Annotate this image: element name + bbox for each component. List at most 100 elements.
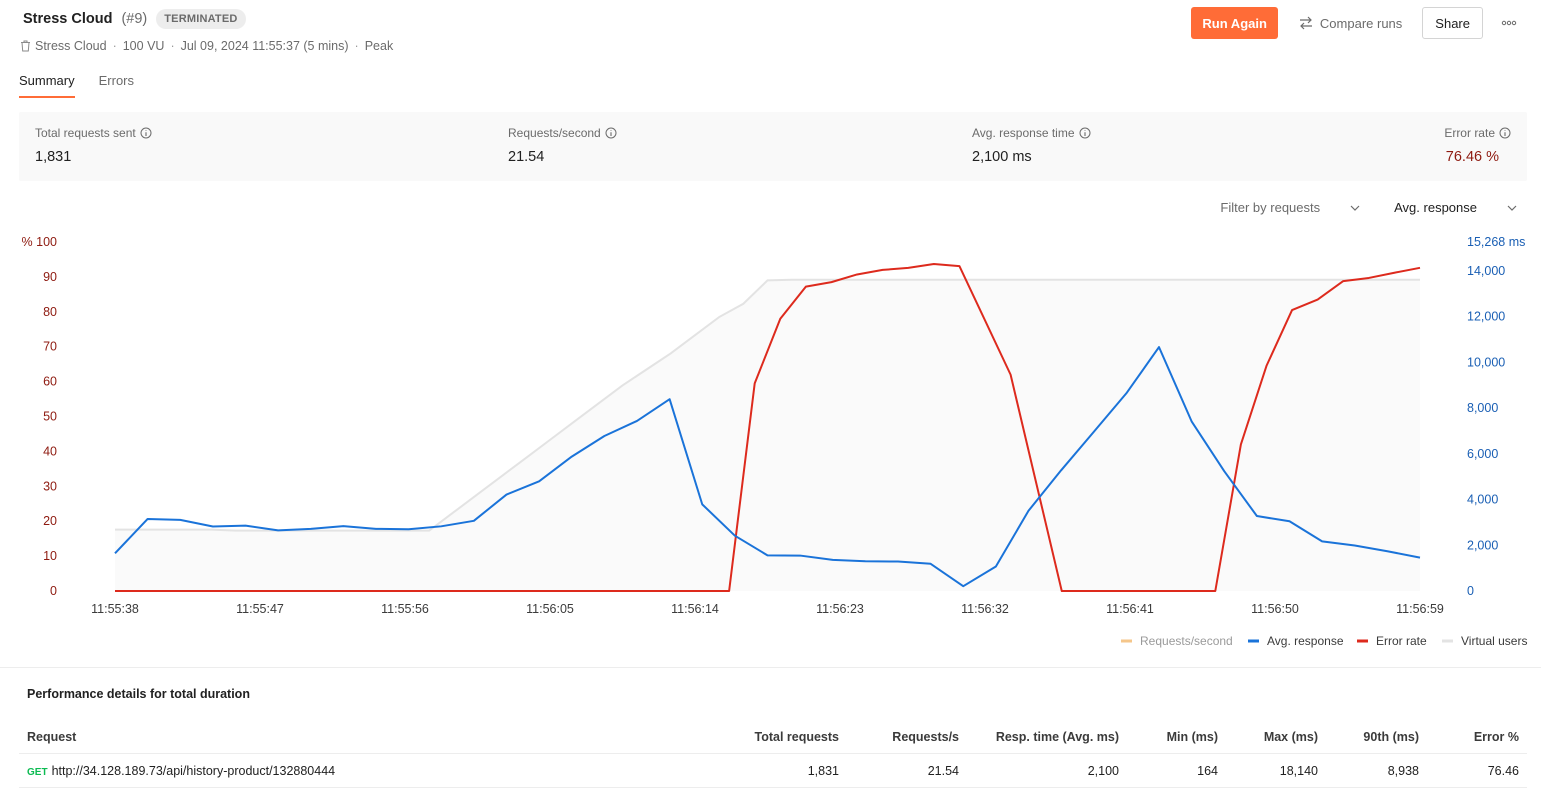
performance-chart: % 100 90 80 70 60 50 40 30 20 10 0 15,268 ms 14,000… bbox=[22, 235, 1528, 648]
compare-runs-button[interactable]: Compare runs bbox=[1288, 7, 1412, 39]
x-tick-label: 11:56:14 bbox=[671, 602, 719, 616]
left-tick-label: 80 bbox=[43, 305, 57, 319]
right-tick-label: 2,000 bbox=[1467, 538, 1498, 552]
meta-vus: 100 VU bbox=[122, 39, 165, 53]
right-tick-label: 6,000 bbox=[1467, 447, 1498, 461]
request-url[interactable]: http://34.128.189.73/api/history-product… bbox=[52, 764, 336, 778]
legend-label: Virtual users bbox=[1461, 634, 1527, 648]
legend-item[interactable]: Avg. response bbox=[1248, 634, 1344, 648]
col-error[interactable]: Error % bbox=[1474, 730, 1519, 744]
right-tick-label: 12,000 bbox=[1467, 310, 1505, 324]
x-tick-label: 11:56:23 bbox=[816, 602, 864, 616]
status-badge: TERMINATED bbox=[156, 9, 246, 29]
meta-profile: Peak bbox=[364, 39, 394, 53]
x-tick-label: 11:56:05 bbox=[526, 602, 574, 616]
info-icon[interactable] bbox=[1499, 127, 1511, 139]
tab-summary[interactable]: Summary bbox=[19, 70, 75, 98]
x-tick-label: 11:55:56 bbox=[381, 602, 429, 616]
stat-label: Requests/second bbox=[508, 126, 601, 140]
x-tick-label: 11:55:38 bbox=[91, 602, 139, 616]
col-resp-time[interactable]: Resp. time (Avg. ms) bbox=[996, 730, 1119, 744]
left-tick-label: 90 bbox=[43, 270, 57, 284]
right-tick-label: 4,000 bbox=[1467, 493, 1498, 507]
stat-total-requests: Total requests sent 1,831 bbox=[35, 126, 152, 165]
left-tick-label: 60 bbox=[43, 375, 57, 389]
right-tick-label: 8,000 bbox=[1467, 401, 1498, 415]
stat-value: 76.46 % bbox=[1445, 149, 1499, 165]
cell-total-requests: 1,831 bbox=[807, 764, 839, 778]
run-id: (#9) bbox=[121, 11, 148, 27]
left-tick-label: 70 bbox=[43, 340, 57, 354]
http-method-badge: GET bbox=[27, 767, 48, 778]
stat-label: Error rate bbox=[1444, 126, 1495, 140]
right-tick-label: 10,000 bbox=[1467, 355, 1505, 369]
left-tick-label: 30 bbox=[43, 479, 57, 493]
left-axis-ticks: % 100 90 80 70 60 50 40 30 20 10 0 bbox=[22, 235, 58, 598]
left-tick-label: 50 bbox=[43, 410, 57, 424]
meta-datetime: Jul 09, 2024 11:55:37 (5 mins) bbox=[180, 39, 349, 53]
col-max[interactable]: Max (ms) bbox=[1264, 730, 1318, 744]
share-button[interactable]: Share bbox=[1422, 7, 1483, 39]
tab-errors[interactable]: Errors bbox=[99, 70, 134, 98]
stat-value: 21.54 bbox=[508, 149, 545, 165]
more-options-button[interactable] bbox=[1493, 7, 1525, 39]
x-tick-label: 11:55:47 bbox=[236, 602, 284, 616]
x-tick-label: 11:56:50 bbox=[1251, 602, 1299, 616]
metric-label: Avg. response bbox=[1394, 200, 1477, 215]
chevron-down-icon bbox=[1350, 205, 1360, 211]
run-meta: Stress Cloud · 100 VU · Jul 09, 2024 11:… bbox=[20, 39, 393, 53]
more-horizontal-icon bbox=[1501, 20, 1517, 26]
meta-separator: · bbox=[112, 39, 117, 53]
legend-item[interactable]: Error rate bbox=[1357, 634, 1427, 648]
col-p90[interactable]: 90th (ms) bbox=[1363, 730, 1419, 744]
run-header: Stress Cloud (#9) TERMINATED Stress Clou… bbox=[0, 0, 1541, 70]
info-icon[interactable] bbox=[605, 127, 617, 139]
stat-requests-second: Requests/second 21.54 bbox=[508, 126, 617, 165]
legend-item[interactable]: Virtual users bbox=[1442, 634, 1527, 648]
filter-requests-label: Filter by requests bbox=[1220, 200, 1321, 215]
meta-separator: · bbox=[354, 39, 359, 53]
compare-runs-label: Compare runs bbox=[1319, 15, 1403, 31]
stat-label: Avg. response time bbox=[972, 126, 1075, 140]
trash-icon bbox=[21, 40, 30, 52]
left-tick-label: 20 bbox=[43, 514, 57, 528]
stat-error-rate: Error rate 76.46 % bbox=[1444, 126, 1511, 165]
run-title: Stress Cloud bbox=[23, 11, 113, 27]
col-request[interactable]: Request bbox=[27, 730, 76, 744]
request-cell: GET http://34.128.189.73/api/history-prod… bbox=[27, 764, 335, 778]
summary-stats: Total requests sent 1,831 Requests/secon… bbox=[19, 112, 1527, 181]
x-tick-label: 11:56:41 bbox=[1106, 602, 1154, 616]
legend-label: Requests/second bbox=[1140, 634, 1233, 648]
cell-p90: 8,938 bbox=[1387, 764, 1419, 778]
col-min[interactable]: Min (ms) bbox=[1167, 730, 1218, 744]
title-row: Stress Cloud (#9) TERMINATED bbox=[23, 9, 246, 29]
stat-value: 2,100 ms bbox=[972, 149, 1032, 165]
info-icon[interactable] bbox=[1079, 127, 1091, 139]
metric-dropdown[interactable]: Avg. response bbox=[1390, 196, 1521, 219]
col-requests-s[interactable]: Requests/s bbox=[892, 730, 959, 744]
cell-min: 164 bbox=[1197, 764, 1218, 778]
perf-section-title: Performance details for total duration bbox=[27, 687, 250, 701]
performance-table: Request Total requests Requests/s Resp. … bbox=[19, 720, 1527, 788]
stat-label: Total requests sent bbox=[35, 126, 136, 140]
info-icon[interactable] bbox=[140, 127, 152, 139]
section-divider bbox=[0, 667, 1541, 668]
legend-item[interactable]: Requests/second bbox=[1121, 634, 1233, 648]
left-tick-label: 10 bbox=[43, 549, 57, 563]
x-tick-label: 11:56:59 bbox=[1396, 602, 1444, 616]
meta-collection: Stress Cloud bbox=[35, 39, 107, 53]
cell-error: 76.46 bbox=[1487, 764, 1519, 778]
table-row[interactable]: GET http://34.128.189.73/api/history-prod… bbox=[19, 754, 1527, 788]
chevron-down-icon bbox=[1507, 205, 1517, 211]
col-total-requests[interactable]: Total requests bbox=[754, 730, 839, 744]
legend-label: Error rate bbox=[1376, 634, 1427, 648]
header-actions: Run Again Compare runs Share bbox=[1191, 7, 1525, 39]
left-tick-label: % 100 bbox=[22, 235, 57, 249]
left-tick-label: 0 bbox=[50, 584, 57, 598]
meta-separator: · bbox=[170, 39, 175, 53]
run-again-button[interactable]: Run Again bbox=[1191, 7, 1278, 39]
chart-legend: Requests/second Avg. response Error rate Vi… bbox=[1121, 634, 1527, 648]
filter-requests-dropdown[interactable]: Filter by requests bbox=[1216, 196, 1364, 219]
right-tick-label: 15,268 ms bbox=[1467, 235, 1525, 249]
stat-avg-response: Avg. response time 2,100 ms bbox=[972, 126, 1091, 165]
